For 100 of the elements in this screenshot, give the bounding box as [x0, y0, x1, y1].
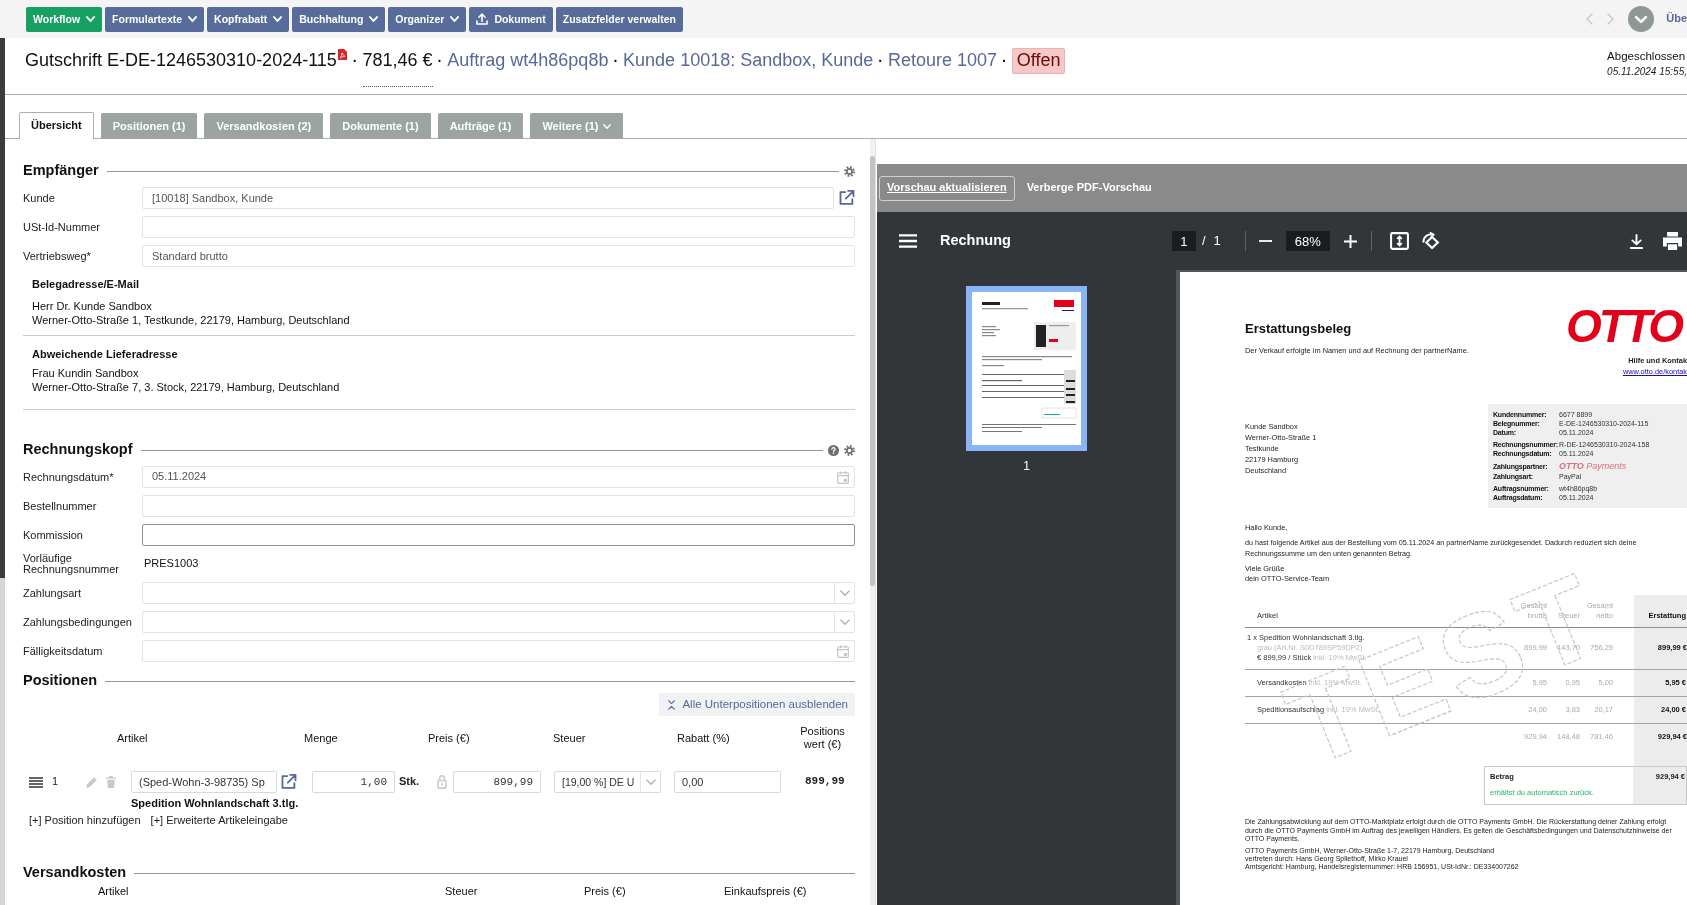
column-header: Rabatt (%) [677, 731, 730, 745]
viewer-title: Rechnung [940, 232, 1011, 250]
pdf-icon[interactable] [337, 49, 347, 60]
preview-button[interactable]: Verberge PDF-Vorschau [1023, 175, 1155, 201]
section-title: Empfänger [23, 162, 99, 180]
print-icon[interactable] [1663, 232, 1682, 250]
title-link[interactable]: Kunde 10018: Sandbox, Kunde [623, 50, 874, 72]
caret-icon [273, 16, 283, 22]
address-line: Werner-Otto-Straße 1, Testkunde, 22179, Hamburg, Deutschland [32, 313, 351, 327]
title-separator: · [352, 53, 358, 70]
chevron-down-icon [645, 779, 656, 785]
download-icon[interactable] [1630, 233, 1643, 249]
page-number-field[interactable]: 1 [1171, 231, 1196, 251]
page-separator: / [1201, 233, 1206, 249]
field-value: PRES1003 [143, 556, 200, 572]
add-link[interactable]: [+] Position hinzufügen [29, 813, 141, 827]
document-title: Gutschrift E-DE-1246530310-2024-115 [25, 50, 337, 72]
preview-button[interactable]: Vorschau aktualisieren [879, 175, 1015, 201]
input-field[interactable]: [10018] Sandbox, Kunde [142, 187, 834, 209]
column-header: Positions wert (€) [799, 725, 846, 751]
page-thumbnail[interactable] [966, 286, 1087, 451]
section-title: Rechnungskopf [23, 441, 133, 459]
address-line: Frau Kundin Sandbox [32, 366, 140, 380]
column-header: Steuer [553, 731, 586, 745]
dropdown-field[interactable] [142, 611, 855, 633]
input-field[interactable] [142, 524, 855, 546]
document-amount: 781,46 € [362, 50, 433, 87]
upload-icon [476, 13, 489, 25]
tax-select[interactable]: [19,00 %] DE U [554, 771, 661, 793]
article-name: Spedition Wohnlandschaft 3.tlg. [131, 796, 300, 810]
chevron-down-icon [839, 619, 850, 625]
nav-link[interactable]: Übe [1666, 12, 1687, 26]
thumbnail-label: 1 [1023, 459, 1030, 474]
column-header: Einkaufspreis (€) [724, 885, 807, 898]
date-field[interactable] [142, 640, 855, 662]
article-field[interactable]: (Sped-Wohn-3-98735) Sp [131, 771, 277, 793]
discount-field[interactable]: 0,00 [674, 771, 781, 793]
field-label: USt-Id-Nummer [23, 221, 101, 233]
toolbar-button[interactable]: Formulartexte [105, 6, 205, 32]
field-label: Vorläufige Rechnungsnummer [23, 553, 120, 575]
toolbar-button[interactable]: Workflow [26, 6, 103, 32]
row-number: 1 [52, 775, 59, 789]
external-link-icon[interactable] [839, 190, 855, 206]
help-icon[interactable] [828, 444, 839, 456]
section-title: Versandkosten [23, 864, 127, 882]
field-label: Zahlungsart [23, 587, 83, 599]
unit-label: Stk. [399, 775, 420, 789]
field-label: Kommission [23, 529, 84, 541]
quantity-field[interactable]: 1,00 [312, 771, 395, 793]
dropdown-field[interactable] [142, 582, 855, 604]
settings-icon[interactable] [844, 165, 855, 177]
field-label: Kunde [23, 192, 56, 204]
column-header: Artikel [117, 731, 148, 745]
chevron-down-icon[interactable] [1628, 6, 1655, 32]
title-link[interactable]: Auftrag wt4h86pq8b [447, 50, 609, 72]
rotate-icon[interactable] [1421, 232, 1440, 250]
tab[interactable]: Übersicht [19, 112, 94, 139]
column-header: Artikel [98, 885, 129, 898]
scrollbar[interactable] [870, 139, 875, 905]
caret-icon [86, 16, 96, 22]
address-line: Herr Dr. Kunde Sandbox [32, 299, 153, 313]
zoom-field[interactable]: 68% [1285, 231, 1330, 251]
title-link[interactable]: Retoure 1007 [887, 50, 998, 72]
address-title: Abweichende Lieferadresse [32, 348, 179, 361]
menu-icon[interactable] [899, 234, 917, 248]
collapse-button[interactable]: Alle Unterpositionen ausblenden [659, 693, 855, 716]
field-label: Bestellnummer [23, 500, 98, 512]
column-header: Preis (€) [584, 885, 626, 898]
drag-handle-icon[interactable] [29, 776, 43, 788]
toolbar-button[interactable]: Dokument [469, 6, 553, 32]
title-separator: · [878, 53, 883, 70]
title-separator: · [437, 53, 443, 70]
toolbar-button[interactable]: Kopfrabatt [207, 6, 290, 32]
input-field[interactable]: Standard brutto [142, 245, 855, 267]
caret-icon [450, 16, 460, 22]
column-header: Preis (€) [428, 731, 470, 745]
status-date: 05.11.2024 15:55, [1607, 65, 1687, 78]
status-text: Abgeschlossen [1607, 50, 1687, 64]
collapse-icon [668, 699, 676, 710]
toolbar-button[interactable]: Zusatzfelder verwalten [555, 6, 683, 32]
settings-icon[interactable] [844, 444, 855, 456]
toolbar-button[interactable]: Buchhaltung [292, 6, 386, 32]
add-link[interactable]: [+] Erweiterte Artikeleingabe [150, 813, 288, 827]
zoom-in-icon[interactable] [1343, 234, 1357, 248]
address-title: Belegadresse/E-Mail [32, 278, 140, 291]
chevron-down-icon [839, 590, 850, 596]
column-header: Steuer [445, 885, 478, 898]
toolbar-button[interactable]: Organizer [388, 6, 467, 32]
price-field[interactable]: 899,99 [453, 771, 541, 793]
section-title: Positionen [23, 672, 98, 690]
date-field[interactable]: 05.11.2024 [142, 466, 855, 488]
otto-logo: OTTO [1566, 306, 1683, 346]
external-link-icon[interactable] [281, 774, 297, 790]
field-label: Fälligkeitsdatum [23, 645, 104, 657]
position-total: 899,99 [805, 775, 845, 789]
column-header: Menge [304, 731, 338, 745]
payment-partner-logo: OTTO Payments [1559, 461, 1627, 472]
field-label: Vertriebsweg* [23, 250, 92, 262]
page-count: 1 [1213, 233, 1221, 249]
fit-page-icon[interactable] [1389, 232, 1409, 250]
